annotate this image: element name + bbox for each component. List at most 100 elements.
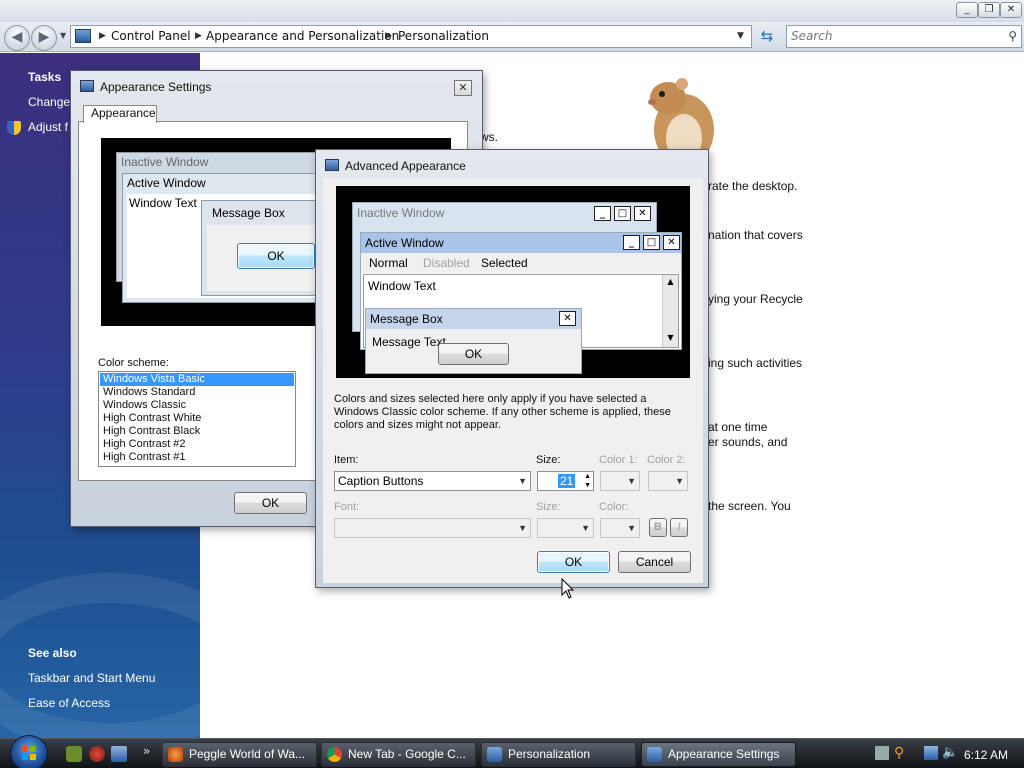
spinner-up-icon[interactable]: ▲ xyxy=(584,472,591,481)
adv-inactive-close-icon: ✕ xyxy=(634,206,651,221)
forward-button[interactable]: ▶ xyxy=(31,25,57,51)
adv-inactive-minimize-icon: _ xyxy=(594,206,611,221)
advanced-appearance-dialog: Advanced Appearance Inactive Window _ □ … xyxy=(315,149,709,588)
quick-launch-icon[interactable] xyxy=(66,746,82,762)
see-also-ease-link[interactable]: Ease of Access xyxy=(28,696,110,710)
italic-button[interactable]: I xyxy=(670,518,688,537)
bold-button[interactable]: B xyxy=(649,518,667,537)
tray-search-icon[interactable]: ⚲ xyxy=(894,745,904,761)
show-desktop-icon[interactable] xyxy=(111,746,127,762)
adv-preview-ok-button: OK xyxy=(438,343,509,365)
advanced-dialog-icon xyxy=(325,159,339,171)
tasks-heading: Tasks xyxy=(28,70,62,84)
restore-button[interactable]: ❐ xyxy=(978,2,1000,18)
recent-pages-dropdown-icon[interactable]: ▼ xyxy=(60,31,66,40)
advanced-cancel-button[interactable]: Cancel xyxy=(618,551,691,573)
color2-select[interactable]: ▼ xyxy=(648,471,688,491)
control-panel-icon xyxy=(487,747,502,762)
peggle-icon xyxy=(168,747,183,762)
adv-preview-message-box: Message Box ✕ Message Text OK xyxy=(365,308,582,374)
volume-muted-icon[interactable]: 🔈 xyxy=(942,745,958,760)
refresh-icon[interactable]: ⇆ xyxy=(757,27,777,47)
color-scheme-item[interactable]: Windows Vista Basic xyxy=(100,373,294,386)
font-select[interactable]: ▼ xyxy=(334,518,531,538)
adv-preview-active-title: Active Window xyxy=(365,236,444,250)
color-scheme-list[interactable]: Windows Vista Basic Windows Standard Win… xyxy=(98,371,296,467)
chrome-icon xyxy=(327,747,342,762)
color-scheme-item[interactable]: Windows Standard xyxy=(100,386,294,399)
chevron-down-icon: ▼ xyxy=(581,523,590,533)
network-icon[interactable] xyxy=(924,746,938,760)
taskbar-button-chrome[interactable]: New Tab - Google C... xyxy=(321,742,476,767)
breadcrumb-separator-icon: ▶ xyxy=(385,31,392,41)
breadcrumb-personalization[interactable]: Personalization xyxy=(398,26,489,47)
tray-tool-icon[interactable] xyxy=(875,746,889,760)
advanced-preview: Inactive Window _ □ ✕ Active Window _ □ … xyxy=(336,186,690,378)
advanced-ok-button[interactable]: OK xyxy=(537,551,610,573)
color-scheme-item[interactable]: High Contrast White xyxy=(100,412,294,425)
preview-ok-button: OK xyxy=(237,243,315,269)
system-tray: ⚲ 🔈 6:12 AM xyxy=(872,744,1024,766)
breadcrumb-separator-icon: ▶ xyxy=(99,31,106,41)
adv-inactive-maximize-icon: □ xyxy=(614,206,631,221)
quick-launch-icon[interactable] xyxy=(89,746,105,762)
content-text: er sounds, and xyxy=(708,435,788,449)
color-scheme-item[interactable]: Windows Classic xyxy=(100,399,294,412)
font-size-label: Size: xyxy=(536,501,561,513)
adv-message-close-icon: ✕ xyxy=(559,311,576,326)
spinner-down-icon[interactable]: ▼ xyxy=(584,481,591,490)
adv-preview-window-text: Window Text xyxy=(368,279,436,293)
font-size-select[interactable]: ▼ xyxy=(537,518,594,538)
color-scheme-item[interactable]: High Contrast #2 xyxy=(100,438,294,451)
address-box[interactable]: ▶ Control Panel ▶ Appearance and Persona… xyxy=(70,25,752,48)
clock[interactable]: 6:12 AM xyxy=(964,748,1008,762)
close-button[interactable]: ✕ xyxy=(1000,2,1022,18)
taskbar-button-peggle[interactable]: Peggle World of Wa... xyxy=(162,742,317,767)
item-select-value: Caption Buttons xyxy=(338,474,424,488)
minimize-button[interactable]: _ xyxy=(956,2,978,18)
chevron-down-icon: ▼ xyxy=(518,476,527,486)
font-color-select[interactable]: ▼ xyxy=(600,518,640,538)
taskbar-button-appearance-settings[interactable]: Appearance Settings xyxy=(641,742,796,767)
display-settings-icon xyxy=(647,747,662,762)
search-input[interactable]: Search ⚲ xyxy=(786,25,1022,48)
appearance-close-button[interactable]: ✕ xyxy=(454,80,472,96)
adv-active-minimize-icon: _ xyxy=(623,235,640,250)
quick-launch-overflow-icon[interactable]: » xyxy=(143,744,150,758)
explorer-titlebar: _ ❐ ✕ xyxy=(0,0,1024,22)
size-spinner[interactable]: 21 ▲ ▼ xyxy=(537,471,594,491)
appearance-dialog-icon xyxy=(80,80,94,92)
adv-active-close-icon: ✕ xyxy=(663,235,680,250)
task-link-adjust[interactable]: Adjust f xyxy=(28,120,68,134)
adv-active-maximize-icon: □ xyxy=(643,235,660,250)
search-icon[interactable]: ⚲ xyxy=(1008,26,1017,47)
mouse-cursor-icon xyxy=(561,577,575,600)
address-dropdown-icon[interactable]: ▼ xyxy=(737,26,744,47)
color1-select[interactable]: ▼ xyxy=(600,471,640,491)
item-select[interactable]: Caption Buttons ▼ xyxy=(334,471,531,491)
task-link-change[interactable]: Change xyxy=(28,95,70,109)
breadcrumb-appearance[interactable]: Appearance and Personalization xyxy=(206,26,399,47)
taskbar: » Peggle World of Wa... New Tab - Google… xyxy=(0,735,1024,768)
item-label: Item: xyxy=(334,454,359,466)
color2-label: Color 2: xyxy=(647,454,686,466)
tab-appearance[interactable]: Appearance xyxy=(83,105,157,123)
back-button[interactable]: ◀ xyxy=(4,25,30,51)
shield-icon xyxy=(7,121,21,135)
control-panel-icon xyxy=(75,29,91,43)
chevron-down-icon: ▼ xyxy=(675,476,684,486)
address-bar-row: ◀ ▶ ▼ ▶ Control Panel ▶ Appearance and P… xyxy=(0,22,1024,52)
color-scheme-item[interactable]: High Contrast Black xyxy=(100,425,294,438)
chevron-down-icon: ▼ xyxy=(518,523,527,533)
start-button[interactable] xyxy=(10,735,48,768)
appearance-ok-button[interactable]: OK xyxy=(234,492,307,514)
advanced-info-text: Colors and sizes selected here only appl… xyxy=(334,393,671,431)
see-also-taskbar-link[interactable]: Taskbar and Start Menu xyxy=(28,671,155,685)
size-spinner-value: 21 xyxy=(558,474,576,488)
adv-menu-disabled: Disabled xyxy=(423,256,470,270)
breadcrumb-separator-icon: ▶ xyxy=(195,31,202,41)
breadcrumb-control-panel[interactable]: Control Panel xyxy=(111,26,191,47)
taskbar-button-personalization[interactable]: Personalization xyxy=(481,742,636,767)
see-also-heading: See also xyxy=(28,646,77,660)
color-scheme-item[interactable]: High Contrast #1 xyxy=(100,451,294,464)
